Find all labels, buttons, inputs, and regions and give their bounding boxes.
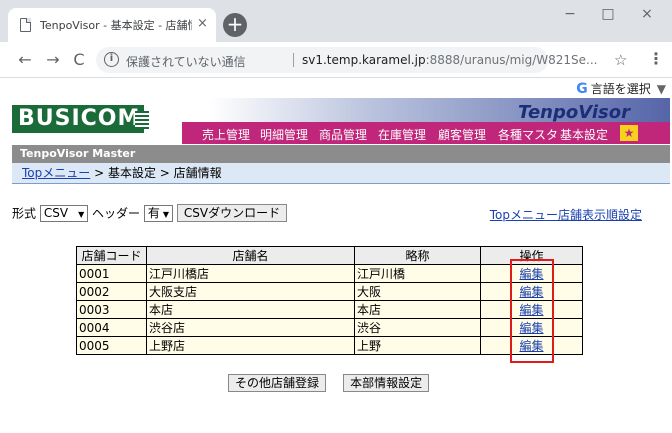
store-code: 0005	[76, 336, 147, 355]
table-row: 0003 本店 本店 編集	[76, 300, 583, 319]
language-selector[interactable]: G 言語を選択 ▼	[576, 80, 666, 97]
browser-menu-icon[interactable]: ⋮	[648, 49, 664, 68]
close-window-button[interactable]: ×	[632, 6, 662, 22]
operation-cell: 編集	[480, 300, 583, 319]
menu-inventory[interactable]: 在庫管理	[378, 126, 426, 143]
bookmark-star-icon[interactable]: ☆	[614, 51, 627, 69]
browser-toolbar: ← → C i 保護されていない通信 sv1.temp.karamel.jp:8…	[0, 42, 672, 78]
format-select[interactable]: CSV ▼	[39, 204, 89, 222]
column-header: 店舗コード	[76, 246, 147, 265]
back-button[interactable]: ←	[14, 50, 36, 69]
menu-products[interactable]: 商品管理	[319, 126, 367, 143]
maximize-button[interactable]: □	[593, 6, 623, 22]
export-controls: 形式 CSV ▼ ヘッダー 有 ▼ CSVダウンロード	[12, 204, 288, 222]
table-row: 0001 江戸川橋店 江戸川橋 編集	[76, 264, 583, 283]
menu-masters[interactable]: 各種マスタ	[498, 126, 558, 143]
tab-close-icon[interactable]: ×	[197, 16, 208, 31]
favorite-star-icon[interactable]: ★	[620, 125, 638, 141]
edit-link[interactable]: 編集	[519, 303, 543, 317]
language-selector-label: 言語を選択	[590, 82, 651, 96]
store-name: 上野店	[146, 336, 355, 355]
store-table: 店舗コード 店舗名 略称 操作 0001 江戸川橋店 江戸川橋 編集 0002 …	[76, 246, 583, 355]
forward-button[interactable]: →	[42, 50, 64, 69]
store-code: 0002	[76, 282, 147, 301]
store-order-settings-link[interactable]: Topメニュー店舗表示順設定	[490, 206, 642, 223]
address-bar[interactable]: i 保護されていない通信 sv1.temp.karamel.jp:8888/ur…	[96, 47, 627, 73]
csv-download-button[interactable]: CSVダウンロード	[176, 204, 288, 222]
store-short-name: 渋谷	[354, 318, 481, 337]
breadcrumb-path: > 基本設定 > 店舗情報	[90, 166, 222, 180]
store-short-name: 上野	[354, 336, 481, 355]
busicom-logo: BUSICOM	[12, 105, 144, 133]
minimize-button[interactable]: −	[555, 6, 585, 22]
store-name: 大阪支店	[146, 282, 355, 301]
edit-link[interactable]: 編集	[519, 267, 543, 281]
store-code: 0004	[76, 318, 147, 337]
table-row: 0002 大阪支店 大阪 編集	[76, 282, 583, 301]
table-row: 0005 上野店 上野 編集	[76, 336, 583, 355]
breadcrumb-top-link[interactable]: Topメニュー	[22, 166, 90, 180]
store-short-name: 本店	[354, 300, 481, 319]
main-menu: 売上管理 明細管理 商品管理 在庫管理 顧客管理 各種マスタ 基本設定 ★	[182, 122, 670, 144]
store-code: 0003	[76, 300, 147, 319]
column-header: 略称	[354, 246, 481, 265]
table-row: 0004 渋谷店 渋谷 編集	[76, 318, 583, 337]
bottom-actions: その他店舗登録 本部情報設定	[228, 372, 441, 392]
page-icon	[20, 18, 31, 32]
chevron-down-icon: ▼	[78, 209, 85, 219]
page-content: G 言語を選択 ▼ BUSICOM TenpoVisor 売上管理 明細管理 商品管…	[0, 78, 672, 433]
info-icon[interactable]: i	[104, 52, 119, 67]
header-select[interactable]: 有 ▼	[143, 204, 174, 222]
system-title-bar: TenpoVisor Master	[12, 145, 670, 163]
header-select-value: 有	[147, 205, 160, 220]
format-label: 形式	[12, 206, 37, 221]
chevron-down-icon: ▼	[656, 82, 666, 96]
menu-details[interactable]: 明細管理	[260, 126, 308, 143]
hq-settings-button[interactable]: 本部情報設定	[343, 374, 430, 392]
browser-tab[interactable]: TenpoVisor - 基本設定 - 店舗情報 ×	[8, 8, 216, 42]
url-host: sv1.temp.karamel.jp	[302, 53, 426, 67]
tab-title: TenpoVisor - 基本設定 - 店舗情報	[40, 19, 192, 32]
operation-cell: 編集	[480, 318, 583, 337]
store-short-name: 江戸川橋	[354, 264, 481, 283]
browser-tab-bar: TenpoVisor - 基本設定 - 店舗情報 × + − □ ×	[0, 0, 672, 42]
format-select-value: CSV	[43, 205, 69, 220]
header-label: ヘッダー	[92, 206, 141, 221]
new-tab-button[interactable]: +	[223, 13, 247, 37]
url-text[interactable]: sv1.temp.karamel.jp:8888/uranus/mig/W821…	[302, 53, 597, 67]
reload-button[interactable]: C	[68, 50, 90, 69]
store-name: 江戸川橋店	[146, 264, 355, 283]
breadcrumb: Topメニュー > 基本設定 > 店舗情報	[12, 163, 670, 184]
insecure-label: 保護されていない通信	[126, 55, 246, 69]
omnibox-divider	[293, 53, 294, 67]
store-name: 渋谷店	[146, 318, 355, 337]
store-code: 0001	[76, 264, 147, 283]
edit-link[interactable]: 編集	[519, 321, 543, 335]
operation-cell: 編集	[480, 282, 583, 301]
logo-stripes	[135, 111, 149, 129]
table-header-row: 店舗コード 店舗名 略称 操作	[76, 246, 583, 265]
edit-link[interactable]: 編集	[519, 339, 543, 353]
url-path: :8888/uranus/mig/W821Se...	[425, 53, 598, 67]
store-name: 本店	[146, 300, 355, 319]
edit-link[interactable]: 編集	[519, 285, 543, 299]
store-short-name: 大阪	[354, 282, 481, 301]
operation-cell: 編集	[480, 336, 583, 355]
menu-sales[interactable]: 売上管理	[202, 126, 250, 143]
tenpovisor-logo: TenpoVisor	[518, 102, 630, 123]
google-logo-icon: G	[576, 81, 588, 97]
column-header: 操作	[480, 246, 583, 265]
column-header: 店舗名	[146, 246, 355, 265]
other-store-register-button[interactable]: その他店舗登録	[228, 374, 327, 392]
menu-customers[interactable]: 顧客管理	[438, 126, 486, 143]
menu-basic-settings[interactable]: 基本設定	[560, 126, 608, 143]
chevron-down-icon: ▼	[162, 209, 170, 219]
operation-cell: 編集	[480, 264, 583, 283]
